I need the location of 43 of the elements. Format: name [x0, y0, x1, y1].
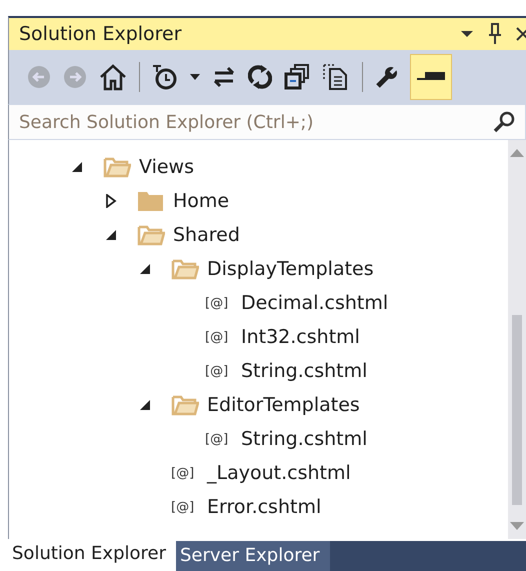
open-folder-icon	[171, 258, 199, 280]
tree-item[interactable]: String.cshtml	[241, 428, 368, 450]
expanded-arrow-icon[interactable]	[71, 161, 83, 173]
scrollbar-thumb[interactable]	[512, 314, 522, 504]
tree-item[interactable]: Shared	[173, 224, 240, 246]
folder-icon	[137, 190, 165, 212]
refresh-icon[interactable]	[248, 64, 272, 90]
tree-item[interactable]: DisplayTemplates	[207, 258, 374, 280]
tree-item[interactable]: EditorTemplates	[207, 394, 360, 416]
preview-toggle-icon[interactable]	[411, 55, 451, 99]
tree-item[interactable]: Int32.cshtml	[241, 326, 360, 348]
open-folder-icon	[137, 224, 165, 246]
caret-icon[interactable]	[190, 73, 200, 81]
expanded-arrow-icon[interactable]	[139, 399, 151, 411]
sync-arrows-icon[interactable]	[212, 66, 236, 88]
window-title: Solution Explorer	[19, 23, 182, 45]
wrench-icon[interactable]	[375, 65, 399, 89]
clock-icon[interactable]	[152, 64, 178, 90]
dropdown-icon[interactable]	[460, 29, 474, 39]
collapsed-arrow-icon[interactable]	[105, 194, 117, 208]
tree-item[interactable]: _Layout.cshtml	[207, 462, 351, 484]
tree-item[interactable]: Error.cshtml	[207, 496, 322, 518]
documents-icon[interactable]	[322, 63, 350, 91]
razor-file-icon: [@]	[205, 364, 237, 378]
expanded-arrow-icon[interactable]	[105, 229, 117, 241]
tree-item[interactable]: Views	[139, 156, 194, 178]
home-icon[interactable]	[99, 63, 127, 91]
collapse-all-icon[interactable]	[284, 64, 310, 90]
panel-tab[interactable]: Server Explorer	[176, 541, 330, 571]
pin-icon[interactable]	[488, 23, 502, 45]
open-folder-icon	[171, 394, 199, 416]
razor-file-icon: [@]	[205, 296, 237, 310]
tree-item[interactable]: String.cshtml	[241, 360, 368, 382]
razor-file-icon: [@]	[205, 330, 237, 344]
razor-file-icon: [@]	[205, 432, 237, 446]
open-folder-icon	[103, 156, 131, 178]
razor-file-icon: [@]	[171, 500, 203, 514]
expanded-arrow-icon[interactable]	[139, 263, 151, 275]
search-icon[interactable]	[493, 110, 517, 134]
tree-item[interactable]: Home	[173, 190, 230, 212]
close-icon[interactable]	[516, 26, 526, 42]
tree-item[interactable]: Decimal.cshtml	[241, 292, 388, 314]
razor-file-icon: [@]	[171, 466, 203, 480]
